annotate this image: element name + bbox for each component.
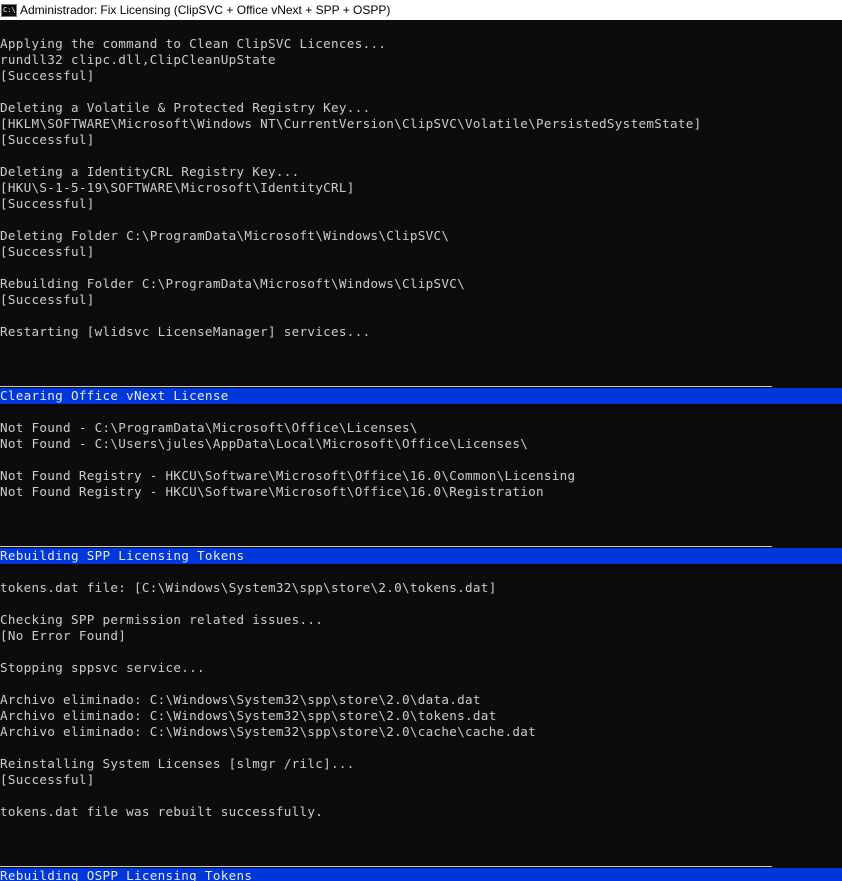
window-title: Fix Licensing (ClipSVC + Office vNext + … xyxy=(100,3,391,17)
console-icon[interactable]: C:\ xyxy=(1,3,17,17)
console-line: [HKU\S-1-5-19\SOFTWARE\Microsoft\Identit… xyxy=(0,180,355,195)
console-line: [Successful] xyxy=(0,772,95,787)
console-line: Reinstalling System Licenses [slmgr /ril… xyxy=(0,756,355,771)
console-line: Not Found Registry - HKCU\Software\Micro… xyxy=(0,484,544,499)
console-line: [Successful] xyxy=(0,196,95,211)
console-line: Archivo eliminado: C:\Windows\System32\s… xyxy=(0,708,497,723)
section-header: Rebuilding SPP Licensing Tokens xyxy=(0,548,842,564)
window-title-prefix: Administrador: xyxy=(20,3,98,17)
console-line: Deleting a IdentityCRL Registry Key... xyxy=(0,164,300,179)
console-line: rundll32 clipc.dll,ClipCleanUpState xyxy=(0,52,276,67)
console-line: Archivo eliminado: C:\Windows\System32\s… xyxy=(0,724,536,739)
console-line: Deleting Folder C:\ProgramData\Microsoft… xyxy=(0,228,450,243)
console-line: [No Error Found] xyxy=(0,628,127,643)
console-line: Applying the command to Clean ClipSVC Li… xyxy=(0,36,387,51)
console-line: [Successful] xyxy=(0,292,95,307)
console-line: Deleting a Volatile & Protected Registry… xyxy=(0,100,371,115)
console-line: [Successful] xyxy=(0,132,95,147)
console-line: [HKLM\SOFTWARE\Microsoft\Windows NT\Curr… xyxy=(0,116,702,131)
console-line: Restarting [wlidsvc LicenseManager] serv… xyxy=(0,324,371,339)
console-line: Archivo eliminado: C:\Windows\System32\s… xyxy=(0,692,481,707)
console-output[interactable]: Applying the command to Clean ClipSVC Li… xyxy=(0,36,842,881)
console-line: tokens.dat file: [C:\Windows\System32\sp… xyxy=(0,580,497,595)
console-line: Not Found - C:\Users\jules\AppData\Local… xyxy=(0,436,529,451)
section-header: Rebuilding OSPP Licensing Tokens xyxy=(0,868,842,881)
console-line: tokens.dat file was rebuilt successfully… xyxy=(0,804,324,819)
console-window: C:\ Administrador: Fix Licensing (ClipSV… xyxy=(0,0,842,881)
separator-line xyxy=(0,372,842,388)
console-line: Not Found - C:\ProgramData\Microsoft\Off… xyxy=(0,420,418,435)
console-line: Stopping sppsvc service... xyxy=(0,660,205,675)
console-line: [Successful] xyxy=(0,68,95,83)
console-line: Rebuilding Folder C:\ProgramData\Microso… xyxy=(0,276,466,291)
separator-line xyxy=(0,852,842,868)
title-bar[interactable]: C:\ Administrador: Fix Licensing (ClipSV… xyxy=(0,0,842,20)
section-header: Clearing Office vNext License xyxy=(0,388,842,404)
separator-line xyxy=(0,532,842,548)
console-line: Checking SPP permission related issues..… xyxy=(0,612,324,627)
console-line: [Successful] xyxy=(0,244,95,259)
console-line: Not Found Registry - HKCU\Software\Micro… xyxy=(0,468,576,483)
